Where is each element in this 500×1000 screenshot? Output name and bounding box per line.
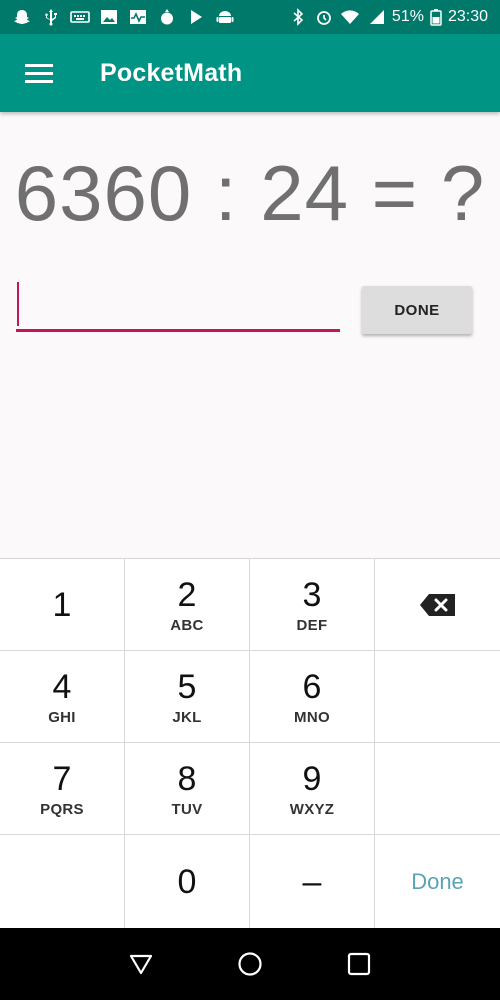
key-3[interactable]: 3 DEF: [250, 559, 375, 651]
android-icon: [215, 8, 235, 26]
key-digit: 1: [52, 585, 72, 624]
key-0[interactable]: 0: [125, 835, 250, 929]
backspace-icon: [419, 592, 457, 618]
answer-underline: [16, 329, 340, 332]
key-8[interactable]: 8 TUV: [125, 743, 250, 835]
back-button[interactable]: [121, 944, 161, 984]
clock: 23:30: [447, 8, 488, 25]
notification-icons: [12, 8, 235, 26]
key-digit: 6: [302, 668, 322, 706]
key-letters: WXYZ: [289, 801, 335, 818]
answer-input[interactable]: [16, 280, 340, 328]
key-digit: 3: [302, 576, 322, 614]
key-letters: DEF: [296, 617, 328, 634]
hamburger-menu-icon: [25, 64, 53, 83]
key-backspace[interactable]: [375, 559, 500, 651]
key-digit: 4: [52, 668, 72, 706]
usb-icon: [41, 8, 61, 26]
navigation-bar: [0, 928, 500, 1000]
key-blank: [375, 651, 500, 743]
key-4[interactable]: 4 GHI: [0, 651, 125, 743]
key-blank: [375, 743, 500, 835]
key-minus[interactable]: –: [250, 835, 375, 929]
text-cursor: [17, 282, 19, 326]
pomegranate-icon: [157, 8, 177, 26]
key-letters: GHI: [48, 709, 76, 726]
battery-icon: [430, 8, 442, 26]
app-title: PocketMath: [100, 58, 243, 87]
key-letters: ABC: [170, 617, 204, 634]
numeric-keypad: 1 2 ABC 3 DEF 4 GHI 5 JKL 6 MNO 7 PQRS 8…: [0, 558, 500, 929]
keyboard-icon: [70, 8, 90, 26]
recents-button[interactable]: [339, 944, 379, 984]
wifi-icon: [340, 8, 360, 26]
home-icon: [238, 952, 262, 976]
key-2[interactable]: 2 ABC: [125, 559, 250, 651]
key-letters: TUV: [171, 801, 203, 818]
key-1[interactable]: 1: [0, 559, 125, 651]
image-icon: [99, 8, 119, 26]
key-digit: 2: [177, 576, 197, 614]
key-6[interactable]: 6 MNO: [250, 651, 375, 743]
keypad-done-label: Done: [411, 869, 464, 894]
answer-field-container[interactable]: [16, 280, 340, 332]
key-digit: 7: [52, 760, 72, 798]
key-letters: PQRS: [40, 801, 84, 818]
bluetooth-icon: [288, 8, 308, 26]
key-digit: –: [302, 863, 322, 901]
key-letters: JKL: [172, 709, 202, 726]
done-button[interactable]: DONE: [362, 286, 472, 334]
key-digit: 0: [177, 863, 197, 901]
key-5[interactable]: 5 JKL: [125, 651, 250, 743]
alarm-icon: [314, 8, 334, 26]
key-digit: 9: [302, 760, 322, 798]
home-button[interactable]: [230, 944, 270, 984]
key-digit: 8: [177, 760, 197, 798]
system-status: 51% 23:30: [288, 8, 488, 26]
battery-percent: 51%: [391, 8, 424, 25]
key-blank: [0, 835, 125, 929]
key-7[interactable]: 7 PQRS: [0, 743, 125, 835]
back-icon: [129, 954, 152, 975]
signal-icon: [366, 8, 386, 26]
key-9[interactable]: 9 WXYZ: [250, 743, 375, 835]
snapchat-icon: [12, 8, 32, 26]
pulse-icon: [128, 8, 148, 26]
math-problem: 6360 : 24 = ?: [14, 149, 486, 237]
key-letters: MNO: [294, 709, 330, 726]
menu-button[interactable]: [0, 34, 78, 112]
recents-icon: [348, 952, 371, 976]
key-digit: 5: [177, 668, 197, 706]
status-bar: 51% 23:30: [0, 0, 500, 34]
play-store-icon: [186, 8, 206, 26]
app-bar: PocketMath: [0, 34, 500, 112]
key-done[interactable]: Done: [375, 835, 500, 929]
